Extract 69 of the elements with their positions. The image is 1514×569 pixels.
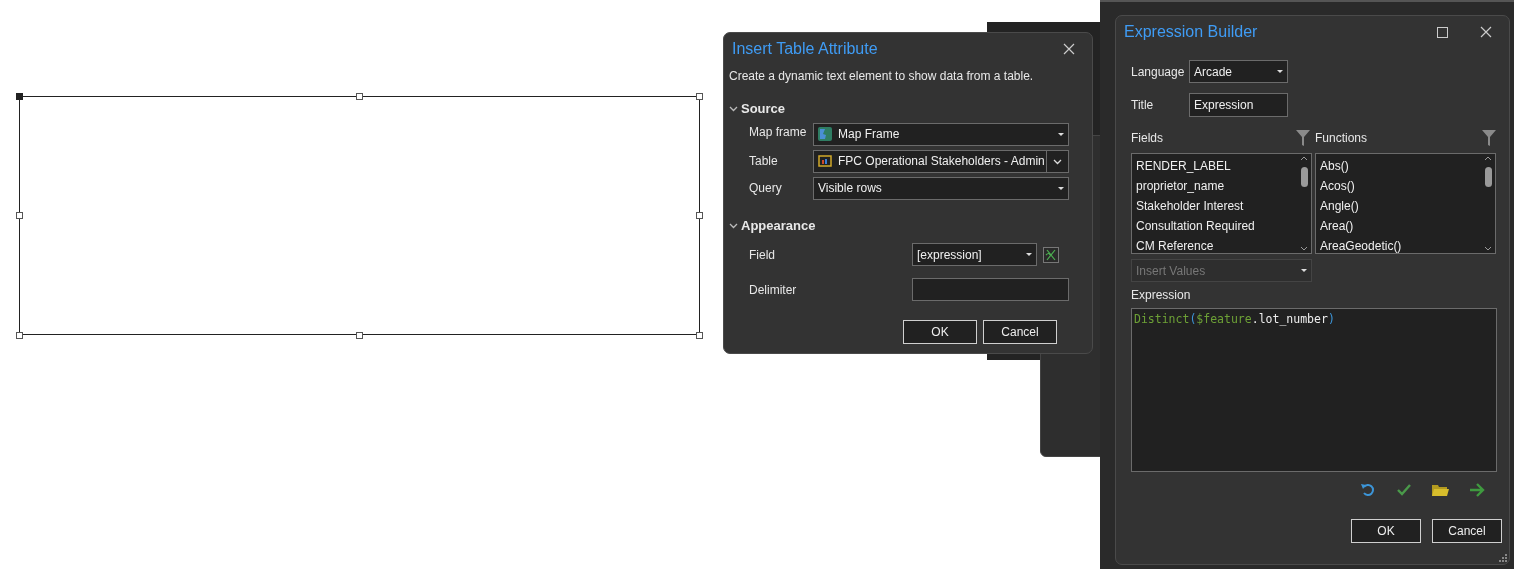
caret-icon (1277, 70, 1283, 73)
field-label: Language (1131, 63, 1186, 81)
resize-handle[interactable] (696, 332, 703, 339)
table-icon (818, 154, 832, 168)
filter-icon[interactable] (1482, 130, 1496, 146)
scroll-down-icon[interactable] (1300, 246, 1308, 251)
cancel-button[interactable]: Cancel (983, 320, 1057, 344)
resize-handle[interactable] (16, 93, 23, 100)
scroll-thumb[interactable] (1300, 167, 1308, 187)
description-text: Create a dynamic text element to show data from a table. (729, 68, 1035, 85)
scroll-up-icon[interactable] (1300, 156, 1308, 161)
language-dropdown[interactable]: Arcade (1189, 60, 1288, 83)
list-header: Fields (1131, 130, 1163, 147)
field-label: Delimiter (749, 281, 798, 299)
resize-handle[interactable] (356, 93, 363, 100)
scroll-down-icon[interactable] (1484, 246, 1492, 251)
title-field[interactable]: Expression (1189, 93, 1288, 117)
field-label: Map frame (749, 123, 808, 141)
code-line: Distinct($feature.lot_number) (1134, 312, 1335, 326)
field-label: Table (749, 153, 779, 170)
resize-handle[interactable] (696, 93, 703, 100)
field-item[interactable]: RENDER_LABEL (1136, 156, 1293, 176)
caret-icon (1058, 186, 1064, 190)
resize-handle[interactable] (356, 332, 363, 339)
function-item[interactable]: Acos() (1320, 176, 1477, 196)
field-label: Field (749, 246, 776, 264)
section-header[interactable]: Source (741, 99, 786, 119)
dialog-title: Insert Table Attribute (732, 39, 878, 59)
dropdown[interactable]: Visible rows (813, 176, 1069, 200)
function-item[interactable]: Angle() (1320, 196, 1477, 216)
section-label: Expression (1131, 287, 1192, 304)
ok-button[interactable]: OK (903, 320, 977, 344)
caret-icon (1058, 132, 1064, 136)
function-item[interactable]: Area() (1320, 216, 1477, 236)
filter-icon[interactable] (1296, 130, 1310, 146)
function-item[interactable]: AreaGeodetic() (1320, 236, 1477, 256)
field-item[interactable]: Stakeholder Interest (1136, 196, 1293, 216)
function-item[interactable]: Abs() (1320, 156, 1477, 176)
map-icon (818, 127, 832, 141)
scroll-up-icon[interactable] (1484, 156, 1492, 161)
field-item[interactable]: Consultation Required (1136, 216, 1293, 236)
resize-grip-icon[interactable] (1499, 554, 1507, 562)
resize-handle[interactable] (16, 212, 23, 219)
field-label: Title (1131, 97, 1155, 114)
insert-values-dropdown: Insert Values (1131, 259, 1312, 282)
dialog-title: Expression Builder (1124, 22, 1258, 42)
field-label: Query (749, 180, 783, 197)
section-header[interactable]: Appearance (741, 215, 816, 235)
caret-icon (1301, 269, 1307, 272)
resize-handle[interactable] (16, 332, 23, 339)
field-item[interactable]: proprietor_name (1136, 176, 1293, 196)
scroll-thumb[interactable] (1484, 167, 1492, 187)
folder-icon[interactable] (1432, 482, 1449, 498)
resize-handle[interactable] (696, 212, 703, 219)
dropdown[interactable]: FPC Operational Stakeholders - Admin (813, 149, 1069, 173)
cancel-button[interactable]: Cancel (1432, 519, 1502, 543)
field-item[interactable]: CM Reference (1136, 236, 1293, 256)
undo-icon[interactable] (1360, 482, 1376, 498)
check-icon[interactable] (1396, 482, 1412, 498)
delimiter-field[interactable] (912, 278, 1069, 301)
expression-button[interactable] (1043, 246, 1059, 263)
dropdown[interactable]: Map Frame (813, 122, 1069, 146)
ok-button[interactable]: OK (1351, 519, 1421, 543)
list-header: Functions (1315, 130, 1368, 147)
caret-icon (1026, 253, 1032, 256)
chevron-icon[interactable] (729, 104, 738, 114)
dropdown[interactable]: [expression] (912, 243, 1037, 266)
code-editor[interactable]: Distinct($feature.lot_number) (1131, 308, 1497, 472)
arrow-right-icon[interactable] (1469, 483, 1485, 497)
